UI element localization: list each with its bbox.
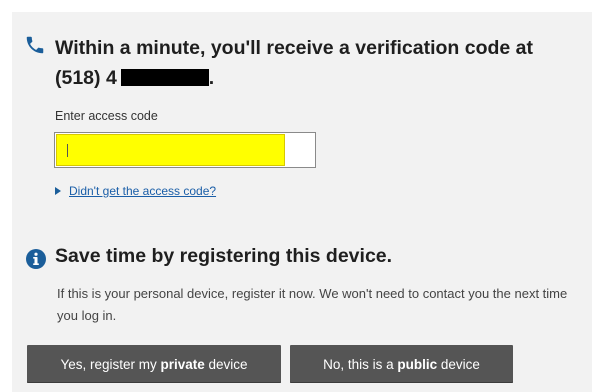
access-code-input[interactable] — [56, 134, 285, 166]
triangle-right-icon — [55, 187, 61, 195]
private-button-pre: Yes, register my — [60, 356, 161, 372]
info-icon — [26, 249, 46, 269]
text-caret — [67, 144, 68, 157]
headline-text: Within a minute, you'll receive a verifi… — [55, 37, 534, 59]
help-link-row[interactable]: Didn't get the access code? — [55, 184, 216, 198]
access-code-field[interactable] — [54, 132, 316, 168]
register-description: If this is your personal device, registe… — [57, 286, 568, 323]
register-title: Save time by registering this device. — [55, 245, 393, 267]
register-private-device-button[interactable]: Yes, register my private device — [27, 345, 281, 383]
phone-icon — [26, 36, 44, 54]
verification-headline: Within a minute, you'll receive a verifi… — [55, 33, 585, 93]
public-button-pre: No, this is a — [323, 356, 398, 372]
phone-number: (518) 4 — [55, 67, 117, 89]
public-button-bold: public — [397, 356, 438, 372]
redacted-phone-digits — [120, 69, 209, 86]
access-code-label: Enter access code — [55, 109, 158, 123]
private-button-post: device — [204, 356, 248, 372]
private-button-bold: private — [160, 356, 205, 372]
public-button-post: device — [437, 356, 480, 372]
public-device-button[interactable]: No, this is a public device — [290, 345, 513, 383]
headline-period: . — [208, 67, 215, 89]
didnt-get-code-link[interactable]: Didn't get the access code? — [69, 184, 216, 198]
